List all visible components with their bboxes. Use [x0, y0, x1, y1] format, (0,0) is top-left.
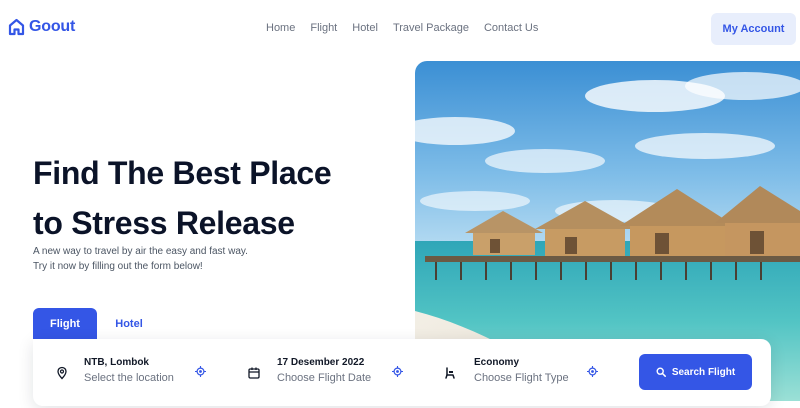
search-panel: NTB, Lombok Select the location 17 Desem…: [33, 339, 771, 406]
hero-title: Find The Best Place to Stress Release: [33, 148, 413, 248]
tab-hotel[interactable]: Hotel: [97, 308, 161, 339]
location-text[interactable]: NTB, Lombok Select the location: [84, 357, 174, 384]
calendar-icon: [248, 367, 260, 379]
nav-flight[interactable]: Flight: [310, 22, 337, 34]
class-placeholder: Choose Flight Type: [474, 372, 569, 384]
hero-title-line-1: Find The Best Place: [33, 155, 332, 191]
my-account-button[interactable]: My Account: [711, 13, 796, 45]
location-target-icon[interactable]: [195, 366, 206, 377]
location-pin-icon: [57, 366, 67, 379]
hero-title-line-2: to Stress Release: [33, 205, 295, 241]
hero-subtitle-line-2: Try it now by filling out the form below…: [33, 261, 203, 272]
brand-logo[interactable]: Goout: [8, 18, 75, 36]
main-nav: Home Flight Hotel Travel Package Contact…: [266, 22, 553, 34]
search-flight-button[interactable]: Search Flight: [639, 354, 752, 390]
hero-subtitle: A new way to travel by air the easy and …: [33, 244, 413, 274]
class-value: Economy: [474, 357, 520, 368]
class-target-icon[interactable]: [587, 366, 598, 377]
location-value: NTB, Lombok: [84, 357, 149, 368]
class-field[interactable]: [443, 339, 457, 406]
home-logo-icon: [8, 18, 25, 36]
nav-hotel[interactable]: Hotel: [352, 22, 378, 34]
date-text[interactable]: 17 Desember 2022 Choose Flight Date: [277, 357, 371, 384]
header: Goout Home Flight Hotel Travel Package C…: [0, 0, 800, 58]
search-icon: [656, 367, 666, 377]
date-value: 17 Desember 2022: [277, 357, 365, 368]
nav-home[interactable]: Home: [266, 22, 295, 34]
nav-travel-package[interactable]: Travel Package: [393, 22, 469, 34]
search-tabs: Flight Hotel: [33, 308, 161, 339]
hero-subtitle-line-1: A new way to travel by air the easy and …: [33, 246, 248, 257]
date-placeholder: Choose Flight Date: [277, 372, 372, 384]
search-flight-label: Search Flight: [671, 366, 736, 378]
seat-icon: [445, 366, 455, 379]
class-text[interactable]: Economy Choose Flight Type: [474, 357, 569, 384]
date-target-icon[interactable]: [392, 366, 403, 377]
brand-name: Goout: [29, 18, 76, 35]
nav-contact-us[interactable]: Contact Us: [484, 22, 538, 34]
location-field[interactable]: [55, 339, 69, 406]
tab-flight[interactable]: Flight: [33, 308, 97, 339]
date-field[interactable]: [247, 339, 261, 406]
location-placeholder: Select the location: [84, 372, 174, 384]
